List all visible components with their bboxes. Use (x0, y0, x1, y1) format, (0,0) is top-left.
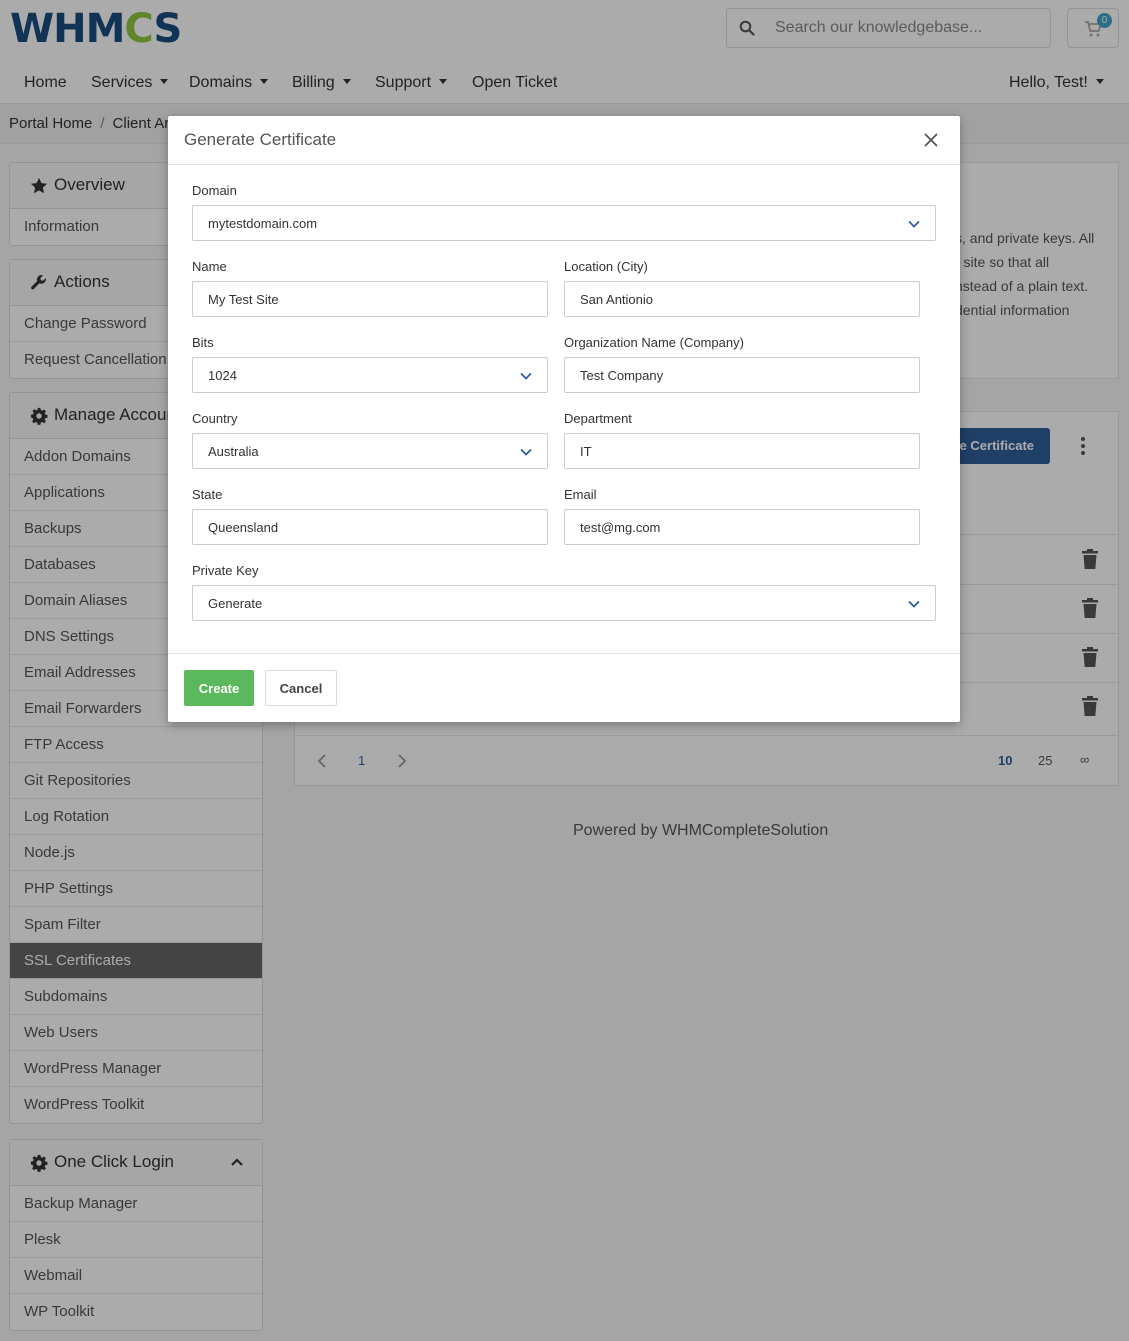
modal-title: Generate Certificate (184, 130, 337, 149)
modal-header: Generate Certificate (168, 116, 960, 165)
modal-footer-divider (168, 653, 960, 654)
organization-label: Organization Name (Company) (564, 335, 744, 350)
chevron-down-icon (908, 600, 920, 608)
city-label: Location (City) (564, 259, 648, 274)
bits-select[interactable]: 1024 (192, 357, 548, 393)
bits-value: 1024 (208, 368, 237, 383)
chevron-down-icon (520, 372, 532, 380)
state-label: State (192, 487, 223, 502)
country-label: Country (192, 411, 238, 426)
email-field[interactable] (564, 509, 920, 545)
private-key-select[interactable]: Generate (192, 585, 936, 621)
name-label: Name (192, 259, 227, 274)
department-label: Department (564, 411, 632, 426)
create-button[interactable]: Create (184, 670, 254, 706)
private-key-value: Generate (208, 596, 263, 611)
cancel-button[interactable]: Cancel (265, 670, 337, 706)
email-label: Email (564, 487, 597, 502)
organization-field[interactable] (564, 357, 920, 393)
chevron-down-icon (520, 448, 532, 456)
domain-select[interactable]: mytestdomain.com (192, 205, 936, 241)
bits-label: Bits (192, 335, 214, 350)
close-icon[interactable] (923, 132, 939, 148)
generate-certificate-modal: Generate Certificate Domain mytestdomain… (168, 116, 960, 722)
country-select[interactable]: Australia (192, 433, 548, 469)
city-field[interactable] (564, 281, 920, 317)
domain-label: Domain (192, 183, 237, 198)
country-value: Australia (208, 444, 259, 459)
chevron-down-icon (908, 220, 920, 228)
department-field[interactable] (564, 433, 920, 469)
name-field[interactable] (192, 281, 548, 317)
state-field[interactable] (192, 509, 548, 545)
domain-value: mytestdomain.com (208, 216, 318, 231)
private-key-label: Private Key (192, 563, 259, 578)
